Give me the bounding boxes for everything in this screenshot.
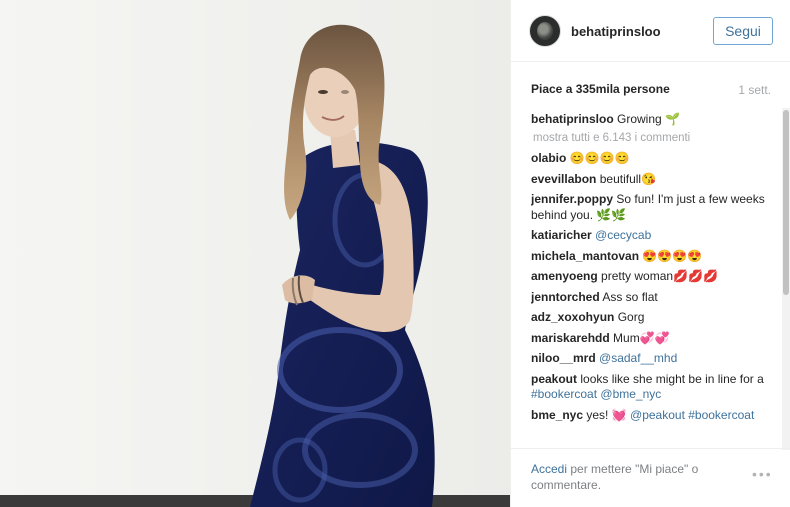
profile-avatar[interactable] [529,15,561,47]
comments-scrollbar[interactable] [782,108,790,450]
comment-text: beutifull😘 [599,171,657,186]
post-photo[interactable] [0,0,510,507]
comment-username[interactable]: olabio [531,151,566,165]
comment-row: katiaricher @cecycab [531,228,777,244]
comment-text: 😍😍😍😍 [642,248,703,263]
comment-row: niloo__mrd @sadaf__mhd [531,351,777,367]
comment-username[interactable]: peakout [531,372,577,386]
post-username[interactable]: behatiprinsloo [571,24,661,39]
comment-row: jenntorched Ass so flat [531,290,777,306]
post-timestamp[interactable]: 1 sett. [738,83,771,97]
comment-username[interactable]: mariskarehdd [531,331,610,345]
comment-mention[interactable]: @sadaf__mhd [599,351,677,365]
likes-count[interactable]: Piace a 335mila persone [531,82,670,96]
comment-text: pretty woman💋💋💋 [601,269,718,283]
comment-row: adz_xoxohyun Gorg [531,310,777,326]
comments-list: behatiprinsloo Growing 🌱 mostra tutti e … [531,112,777,448]
login-prompt: Accedi per mettere "Mi piace" o commenta… [531,461,721,493]
more-options-icon[interactable]: ••• [752,466,773,482]
comment-username[interactable]: katiaricher [531,228,592,242]
comment-row: jennifer.poppy So fun! I'm just a few we… [531,192,777,223]
comment-username[interactable]: jenntorched [531,290,600,304]
post-header: behatiprinsloo Segui [511,0,790,62]
show-all-comments-link[interactable]: mostra tutti e 6.143 i commenti [533,131,777,147]
scrollbar-thumb[interactable] [783,110,789,295]
comment-username[interactable]: michela_mantovan [531,249,639,263]
post-footer: Accedi per mettere "Mi piace" o commenta… [511,448,790,507]
comment-row: bme_nyc yes! 💓 @peakout #bookercoat [531,408,777,424]
comment-row: mariskarehdd Mum💞💞 [531,331,777,347]
comment-text: Mum💞💞 [613,330,670,345]
photo-artwork [0,0,510,507]
comment-mention[interactable]: #bookercoat @bme_nyc [531,387,661,401]
comment-row: olabio 😊😊😊😊 [531,151,777,167]
comment-row: evevillabon beutifull😘 [531,172,777,188]
comment-username[interactable]: jennifer.poppy [531,192,613,206]
comment-row: amenyoeng pretty woman💋💋💋 [531,269,777,285]
comment-text: 😊😊😊😊 [569,151,630,165]
comment-username[interactable]: evevillabon [531,172,596,186]
comment-username[interactable]: adz_xoxohyun [531,310,614,324]
comment-text: Ass so flat [602,289,658,304]
follow-button[interactable]: Segui [713,17,773,45]
comment-mention[interactable]: @peakout #bookercoat [630,408,754,422]
comment-row: peakout looks like she might be in line … [531,372,777,403]
post-side-panel: behatiprinsloo Segui Piace a 335mila per… [510,0,790,507]
comment-username[interactable]: amenyoeng [531,269,598,283]
caption-username[interactable]: behatiprinsloo [531,112,614,126]
comment-row: michela_mantovan 😍😍😍😍 [531,249,777,265]
post-caption: behatiprinsloo Growing 🌱 [531,112,777,128]
comment-text: Gorg [617,310,645,324]
caption-text: Growing [617,112,662,126]
comment-mention[interactable]: @cecycab [595,228,651,242]
login-link[interactable]: Accedi [531,462,567,476]
comment-text: yes! 💓 [586,407,627,422]
comment-username[interactable]: bme_nyc [531,408,583,422]
comment-username[interactable]: niloo__mrd [531,351,596,365]
sprout-emoji: 🌱 [665,112,680,126]
comment-text: looks like she might be in line for a [580,371,764,386]
